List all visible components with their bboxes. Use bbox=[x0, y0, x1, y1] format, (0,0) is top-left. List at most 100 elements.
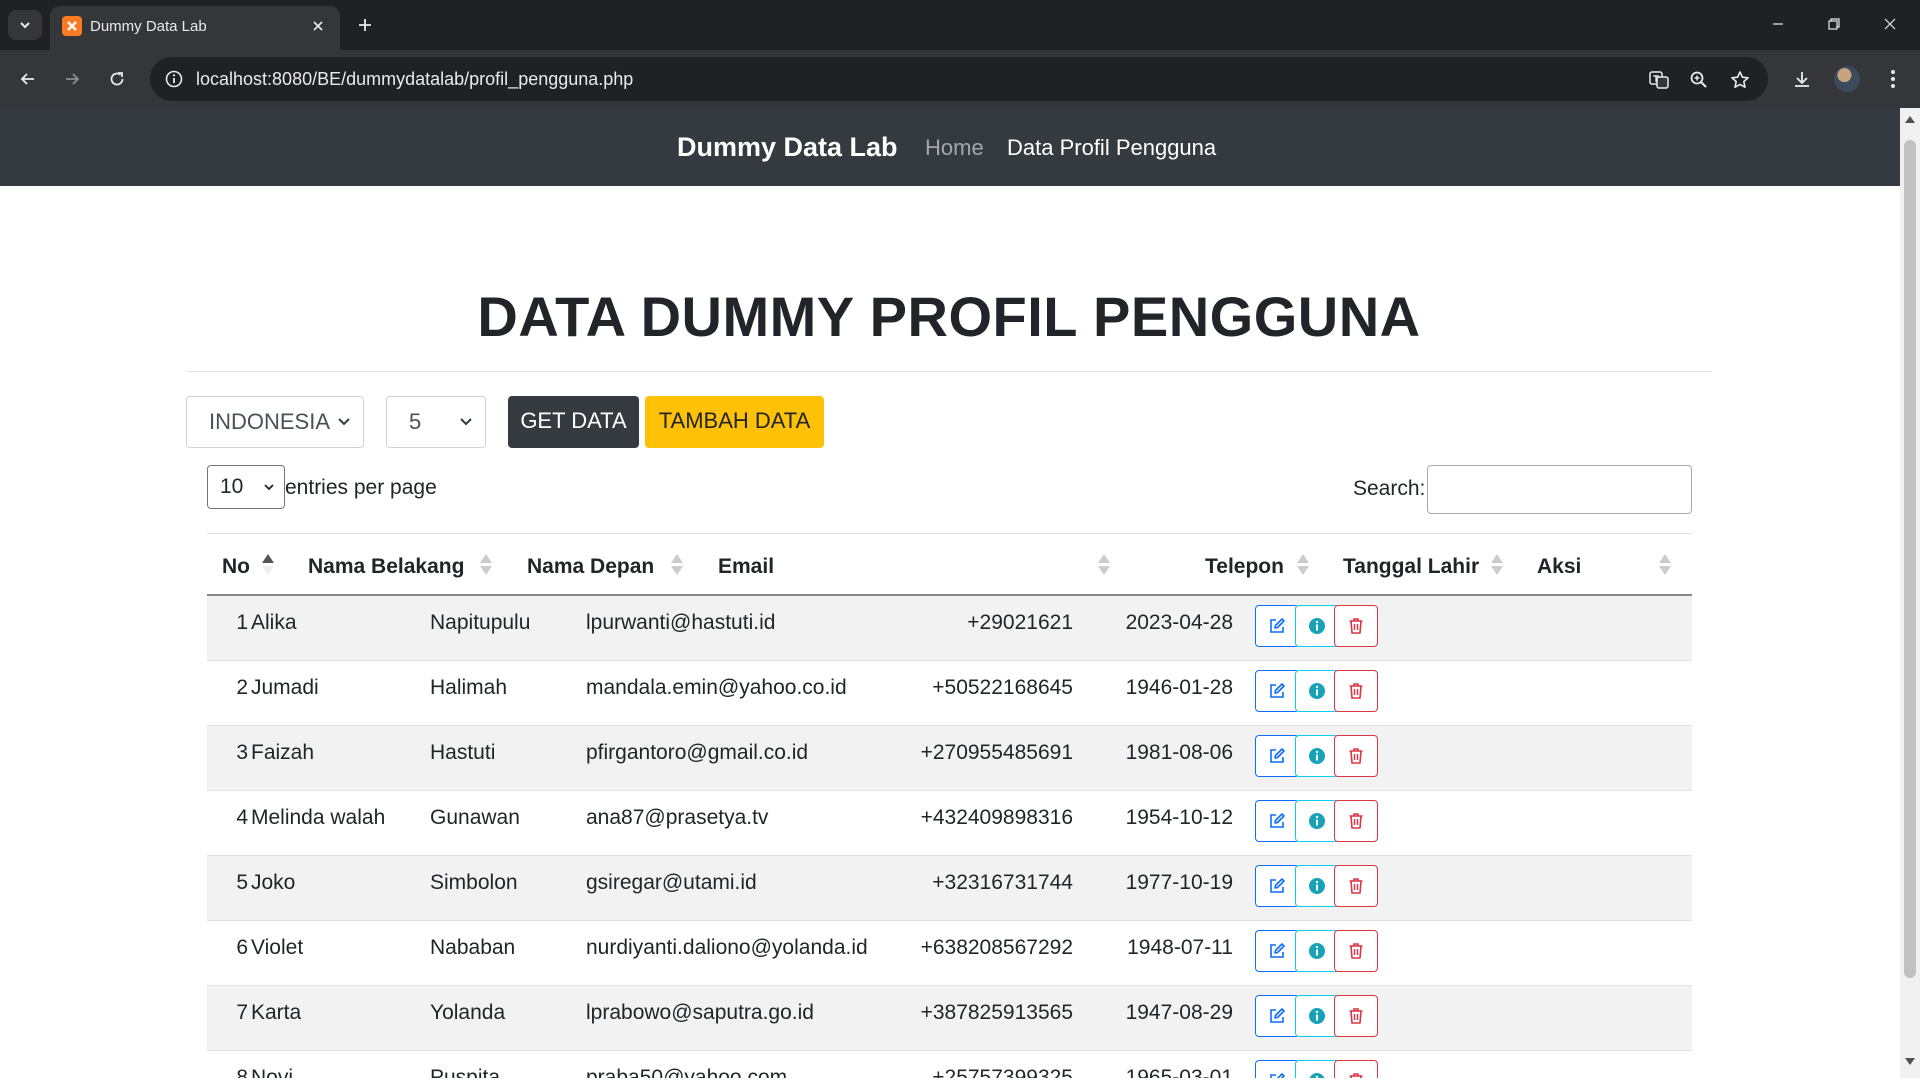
sort-icon[interactable] bbox=[1297, 554, 1309, 576]
divider bbox=[186, 371, 1712, 372]
info-button[interactable] bbox=[1295, 930, 1339, 972]
nav-link-home[interactable]: Home bbox=[925, 135, 984, 161]
reload-button[interactable] bbox=[101, 63, 133, 95]
info-button[interactable] bbox=[1295, 735, 1339, 777]
window-minimize-button[interactable] bbox=[1750, 0, 1806, 48]
cell-telepon: +270955485691 bbox=[920, 741, 1073, 764]
sort-icon[interactable] bbox=[1659, 554, 1671, 576]
edit-icon bbox=[1267, 616, 1287, 636]
scroll-up-arrow-icon[interactable] bbox=[1905, 116, 1915, 123]
download-icon bbox=[1795, 72, 1809, 87]
info-button[interactable] bbox=[1295, 865, 1339, 907]
window-restore-button[interactable] bbox=[1806, 0, 1862, 48]
back-button[interactable] bbox=[12, 63, 44, 95]
minimize-icon bbox=[1773, 23, 1783, 25]
edit-button[interactable] bbox=[1255, 1060, 1299, 1078]
count-select-value: 5 bbox=[409, 409, 422, 434]
info-icon bbox=[1307, 876, 1327, 896]
cell-nama-belakang: Jumadi bbox=[251, 676, 319, 699]
column-header-no[interactable]: No bbox=[222, 555, 250, 579]
xampp-favicon-icon bbox=[62, 16, 82, 36]
add-data-button[interactable]: TAMBAH DATA bbox=[645, 396, 824, 448]
edit-button[interactable] bbox=[1255, 930, 1299, 972]
delete-button[interactable] bbox=[1334, 995, 1378, 1037]
page-scrollbar[interactable] bbox=[1900, 108, 1920, 1078]
window-close-button[interactable] bbox=[1862, 0, 1918, 48]
info-button[interactable] bbox=[1295, 995, 1339, 1037]
tab-search-button[interactable] bbox=[8, 10, 42, 40]
column-header-aksi[interactable]: Aksi bbox=[1537, 555, 1581, 579]
count-select[interactable]: 5 bbox=[386, 396, 486, 448]
address-bar[interactable]: localhost:8080/BE/dummydatalab/profil_pe… bbox=[150, 57, 1768, 101]
cell-nama-belakang: Faizah bbox=[251, 741, 315, 764]
entries-per-page-select[interactable]: 10 bbox=[207, 465, 285, 509]
sort-ascending-icon[interactable] bbox=[262, 554, 274, 576]
scroll-down-arrow-icon[interactable] bbox=[1905, 1058, 1915, 1065]
info-button[interactable] bbox=[1295, 605, 1339, 647]
chevron-down-icon bbox=[460, 418, 472, 426]
edit-button[interactable] bbox=[1255, 865, 1299, 907]
delete-button[interactable] bbox=[1334, 1060, 1378, 1078]
edit-button[interactable] bbox=[1255, 995, 1299, 1037]
sort-icon[interactable] bbox=[1491, 554, 1503, 576]
cell-tanggal-lahir: 2023-04-28 bbox=[1125, 611, 1233, 634]
site-info-icon[interactable] bbox=[162, 67, 186, 91]
zoom-icon[interactable] bbox=[1686, 67, 1712, 93]
cell-email: nurdiyanti.daliono@yolanda.id bbox=[586, 936, 868, 959]
delete-button[interactable] bbox=[1334, 735, 1378, 777]
edit-button[interactable] bbox=[1255, 670, 1299, 712]
delete-button[interactable] bbox=[1334, 605, 1378, 647]
delete-button[interactable] bbox=[1334, 930, 1378, 972]
cell-no: 3 bbox=[236, 741, 248, 764]
more-vertical-icon bbox=[1891, 70, 1895, 88]
scrollbar-thumb[interactable] bbox=[1904, 140, 1916, 978]
trash-icon bbox=[1346, 941, 1366, 961]
browser-menu-button[interactable] bbox=[1877, 63, 1909, 95]
cell-nama-depan: Nababan bbox=[430, 936, 516, 959]
country-select[interactable]: INDONESIA bbox=[186, 396, 364, 448]
bookmark-star-icon[interactable] bbox=[1727, 67, 1753, 93]
new-tab-button[interactable] bbox=[350, 12, 380, 38]
info-button[interactable] bbox=[1295, 1060, 1339, 1078]
sort-icon[interactable] bbox=[671, 554, 683, 576]
sort-icon[interactable] bbox=[480, 554, 492, 576]
cell-telepon: +50522168645 bbox=[932, 676, 1073, 699]
edit-icon bbox=[1267, 746, 1287, 766]
info-button[interactable] bbox=[1295, 670, 1339, 712]
column-header-tanggal-lahir[interactable]: Tanggal Lahir bbox=[1343, 555, 1479, 579]
info-button[interactable] bbox=[1295, 800, 1339, 842]
trash-icon bbox=[1346, 876, 1366, 896]
arrow-right-icon bbox=[66, 73, 80, 85]
edit-button[interactable] bbox=[1255, 605, 1299, 647]
table-row: 5 Joko Simbolon gsiregar@utami.id +323167317… bbox=[207, 856, 1692, 921]
get-data-button[interactable]: GET DATA bbox=[508, 396, 639, 448]
trash-icon bbox=[1346, 811, 1366, 831]
sort-icon[interactable] bbox=[1098, 554, 1110, 576]
nav-link-data-profil[interactable]: Data Profil Pengguna bbox=[1007, 135, 1216, 161]
cell-no: 6 bbox=[236, 936, 248, 959]
browser-tab-active[interactable]: Dummy Data Lab bbox=[50, 6, 340, 50]
delete-button[interactable] bbox=[1334, 865, 1378, 907]
translate-icon[interactable] bbox=[1646, 67, 1672, 93]
search-label: Search: bbox=[1353, 477, 1426, 500]
forward-button[interactable] bbox=[56, 63, 88, 95]
edit-button[interactable] bbox=[1255, 735, 1299, 777]
cell-telepon: +432409898316 bbox=[920, 806, 1073, 829]
column-header-email[interactable]: Email bbox=[718, 555, 774, 579]
cell-no: 4 bbox=[236, 806, 248, 829]
cell-telepon: +32316731744 bbox=[932, 871, 1073, 894]
profile-button[interactable] bbox=[1831, 63, 1863, 95]
column-header-nama-depan[interactable]: Nama Depan bbox=[527, 555, 654, 579]
search-input[interactable] bbox=[1427, 465, 1692, 514]
column-header-nama-belakang[interactable]: Nama Belakang bbox=[308, 555, 464, 579]
delete-button[interactable] bbox=[1334, 800, 1378, 842]
downloads-button[interactable] bbox=[1786, 63, 1818, 95]
column-header-telepon[interactable]: Telepon bbox=[1205, 555, 1284, 579]
trash-icon bbox=[1346, 746, 1366, 766]
navbar-brand[interactable]: Dummy Data Lab bbox=[677, 132, 898, 163]
cell-nama-depan: Hastuti bbox=[430, 741, 496, 764]
tab-close-button[interactable] bbox=[306, 14, 330, 38]
cell-nama-belakang: Alika bbox=[251, 611, 297, 634]
edit-button[interactable] bbox=[1255, 800, 1299, 842]
delete-button[interactable] bbox=[1334, 670, 1378, 712]
